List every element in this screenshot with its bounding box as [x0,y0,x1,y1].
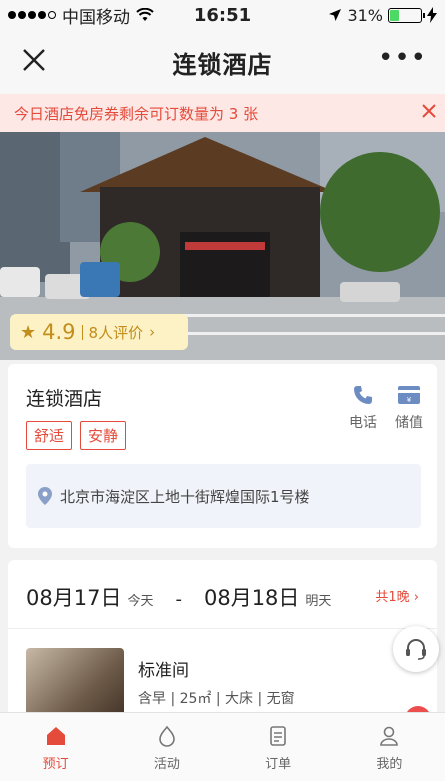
location-pin-icon [38,487,52,505]
room-photo[interactable] [26,648,124,720]
rating-score: 4.9 [42,320,76,344]
tag: 舒适 [26,421,73,450]
review-count: 8人评价 [88,323,144,342]
activity-icon [159,725,175,747]
charging-icon [427,7,437,23]
wallet-icon: ¥ [398,386,420,404]
address-text: 北京市海淀区上地十街辉煌国际1号楼 [60,487,310,506]
address-bar[interactable]: 北京市海淀区上地十街辉煌国际1号楼 [26,464,421,528]
tab-label: 订单 [265,757,292,772]
home-icon [46,727,65,745]
divider [81,324,83,340]
location-arrow-icon [329,9,342,21]
hotel-tags: 舒适 安静 [26,421,127,450]
battery-icon [388,7,425,23]
user-icon [380,726,399,746]
close-icon[interactable] [20,46,52,78]
close-icon[interactable] [421,100,437,125]
status-bar: 中国移动 16:51 31% [0,0,445,30]
tab-booking[interactable]: 预订 [0,713,111,781]
navigation-bar: 连锁酒店 ••• [0,30,445,94]
more-icon[interactable]: ••• [378,45,427,71]
tag: 安静 [80,421,127,450]
signal-icon [8,11,56,19]
divider [8,628,437,629]
hotel-info-card: 连锁酒店 舒适 安静 电话 ¥ 储值 北京市海淀区上地十街辉煌国际1号楼 [8,364,437,548]
stored-value-button[interactable]: ¥ 储值 [395,384,423,432]
room-info: 含早 | 25㎡ | 大床 | 无窗 [138,691,295,707]
stored-value-label: 储值 [395,415,423,431]
tab-activity[interactable]: 活动 [111,713,222,781]
rating-badge[interactable]: ★ 4.9 8人评价 › [10,314,188,350]
phone-label: 电话 [349,415,377,431]
nights-count[interactable]: 共1晚 › [375,586,419,605]
customer-service-button[interactable] [393,626,439,672]
date-separator: - [175,589,182,610]
tab-orders[interactable]: 订单 [223,713,334,781]
phone-icon [354,386,372,404]
wifi-icon [136,8,154,21]
check-in-label: 今天 [127,594,154,609]
notice-text: 今日酒店免房券剩余可订数量为 3 张 [14,104,259,123]
check-in-date: 08月17日 [26,586,122,610]
chevron-right-icon: › [413,590,419,605]
tab-label: 我的 [376,757,403,772]
booking-card: 08月17日 今天 - 08月18日 明天 共1晚 › 标准间 含早 | 25㎡… [8,560,437,720]
order-icon [270,726,286,746]
page-title: 连锁酒店 [172,50,273,79]
carrier-label: 中国移动 [62,7,130,28]
star-icon: ★ [20,321,37,343]
date-selector[interactable]: 08月17日 今天 - 08月18日 明天 [26,582,331,612]
battery-percent: 31% [347,5,383,25]
check-out-date: 08月18日 [203,586,300,610]
svg-text:¥: ¥ [407,396,412,404]
tab-label: 活动 [153,757,180,772]
chevron-right-icon: › [149,323,156,341]
check-out-label: 明天 [305,594,332,609]
tab-label: 预订 [42,757,69,772]
coupon-notice-banner: 今日酒店免房券剩余可订数量为 3 张 [0,94,445,132]
hotel-name: 连锁酒店 [26,388,103,410]
room-name: 标准间 [138,661,189,681]
headset-icon [406,639,426,660]
tab-bar: 预订 活动 订单 我的 [0,712,445,781]
tab-mine[interactable]: 我的 [334,713,445,781]
phone-button[interactable]: 电话 [349,384,377,432]
